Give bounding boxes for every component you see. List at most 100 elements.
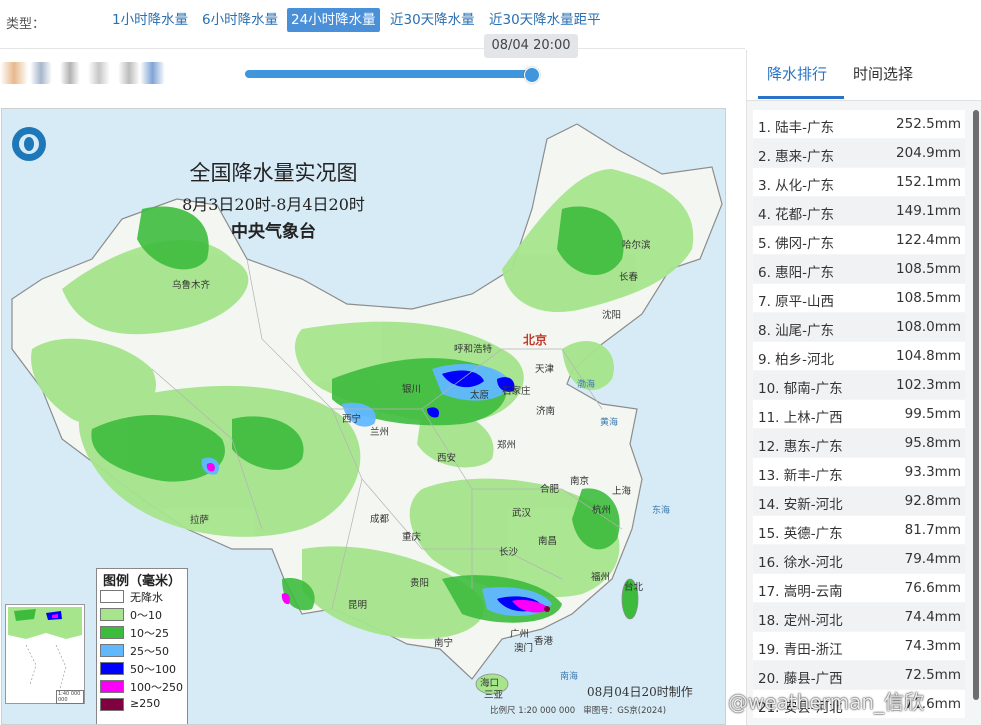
time-slider-track[interactable] (245, 70, 533, 78)
precip-value: 108.5mm (896, 261, 961, 277)
city-label: 成都 (370, 514, 390, 525)
station-name: 1. 陆丰-广东 (758, 120, 835, 136)
ranking-row[interactable]: 14. 安新-河北 92.8mm (753, 487, 965, 515)
map-legend: 图例（毫米） 无降水 0～10 10～25 25～50 50～100 100～2… (96, 568, 188, 724)
legend-swatch (100, 644, 124, 657)
map-production-time: 08月04日20时制作 (587, 685, 693, 699)
capital-label: 北京 (523, 333, 548, 347)
precip-value: 72.5mm (904, 667, 961, 683)
ranking-row[interactable]: 9. 柏乡-河北 104.8mm (753, 342, 965, 370)
station-name: 17. 嵩明-云南 (758, 584, 843, 600)
station-name: 9. 柏乡-河北 (758, 352, 835, 368)
city-label: 长春 (619, 272, 639, 283)
legend-swatch (100, 590, 124, 603)
legend-label: ≥250 (130, 697, 161, 710)
sea-label: 黄海 (600, 418, 619, 428)
sea-label: 南海 (560, 672, 579, 682)
ranking-row[interactable]: 15. 英德-广东 81.7mm (753, 516, 965, 544)
city-label: 澳门 (514, 643, 534, 654)
legend-swatch (100, 662, 124, 675)
precip-value: 108.0mm (896, 319, 961, 335)
legend-label: 无降水 (130, 591, 163, 604)
city-label: 长沙 (499, 547, 519, 558)
station-name: 10. 郁南-广东 (758, 381, 843, 397)
ranking-row[interactable]: 4. 花都-广东 149.1mm (753, 197, 965, 225)
type-24h-button[interactable]: 24小时降水量 (287, 8, 380, 32)
ranking-row[interactable]: 3. 从化-广东 152.1mm (753, 168, 965, 196)
tab-ranking[interactable]: 降水排行 (767, 63, 827, 84)
inset-scale: 1:40 000 000 (56, 690, 84, 704)
legend-label: 50～100 (130, 663, 176, 676)
station-name: 18. 定州-河北 (758, 613, 843, 629)
ranking-row[interactable]: 16. 徐水-河北 79.4mm (753, 545, 965, 573)
legend-item: 无降水 (100, 589, 188, 605)
type-30d-button[interactable]: 近30天降水量 (386, 8, 479, 32)
city-label: 南宁 (434, 638, 454, 649)
ranking-row[interactable]: 20. 藤县-广西 72.5mm (753, 661, 965, 689)
station-name: 15. 英德-广东 (758, 526, 843, 542)
type-label: 类型： (6, 17, 46, 32)
precip-value: 95.8mm (904, 435, 961, 451)
ranking-row[interactable]: 12. 惠东-广东 95.8mm (753, 429, 965, 457)
precip-value: 81.7mm (904, 522, 961, 538)
legend-label: 0～10 (130, 609, 162, 622)
city-label: 贵阳 (410, 578, 430, 589)
city-label: 银川 (402, 384, 422, 395)
sea-label: 渤海 (577, 380, 596, 390)
legend-title: 图例（毫米） (102, 574, 181, 589)
map-agency: 中央气象台 (231, 222, 316, 242)
station-name: 20. 藤县-广西 (758, 671, 843, 687)
ranking-row[interactable]: 17. 嵩明-云南 76.6mm (753, 574, 965, 602)
station-name: 3. 从化-广东 (758, 178, 835, 194)
map-review-number: 审图号：GS京(2024) (583, 706, 667, 716)
precip-value: 76.6mm (904, 580, 961, 596)
panel-tabs: 降水排行 时间选择 (747, 50, 981, 101)
legend-swatch (100, 680, 124, 693)
map-scale-text: 比例尺 1:20 000 000 (490, 706, 576, 716)
ranking-row[interactable]: 1. 陆丰-广东 252.5mm (753, 110, 965, 138)
station-name: 19. 青田-浙江 (758, 642, 843, 658)
city-label: 台北 (624, 582, 644, 593)
cma-logo (12, 127, 46, 161)
ranking-row[interactable]: 6. 惠阳-广东 108.5mm (753, 255, 965, 283)
type-6h-button[interactable]: 6小时降水量 (198, 8, 282, 32)
legend-swatch (100, 698, 124, 711)
ranking-scrollbar[interactable] (973, 110, 979, 700)
precipitation-map[interactable]: 全国降水量实况图 8月3日20时-8月4日20时 中央气象台 乌鲁木齐 哈尔滨 … (1, 108, 726, 725)
top-divider (0, 48, 745, 49)
ranking-row[interactable]: 5. 佛冈-广东 122.4mm (753, 226, 965, 254)
legend-item: 10～25 (100, 625, 188, 641)
map-period: 8月3日20时-8月4日20时 (182, 195, 365, 214)
city-label: 南昌 (538, 536, 558, 547)
precip-value: 104.8mm (896, 348, 961, 364)
type-1h-button[interactable]: 1小时降水量 (108, 8, 192, 32)
ranking-row[interactable]: 10. 郁南-广东 102.3mm (753, 371, 965, 399)
ranking-row[interactable]: 18. 定州-河北 74.4mm (753, 603, 965, 631)
precip-value: 79.4mm (904, 551, 961, 567)
ranking-row[interactable]: 13. 新丰-广东 93.3mm (753, 458, 965, 486)
slider-time-tooltip: 08/04 20:00 (484, 34, 578, 58)
ranking-row[interactable]: 2. 惠来-广东 204.9mm (753, 139, 965, 167)
time-slider-handle[interactable] (524, 67, 540, 83)
tab-time-select[interactable]: 时间选择 (853, 63, 913, 84)
precip-value: 149.1mm (896, 203, 961, 219)
type-30d-anomaly-button[interactable]: 近30天降水量距平 (485, 8, 605, 32)
city-label: 重庆 (402, 532, 422, 543)
city-label: 济南 (536, 406, 556, 417)
legend-item: 100～250 (100, 679, 188, 695)
ranking-row[interactable]: 11. 上林-广西 99.5mm (753, 400, 965, 428)
city-label: 三亚 (484, 690, 504, 701)
precip-value: 204.9mm (896, 145, 961, 161)
watermark: @weatherman_信欣 (728, 690, 925, 714)
city-label: 上海 (612, 486, 632, 497)
right-panel: 降水排行 时间选择 1. 陆丰-广东 252.5mm 2. 惠来-广东 204.9mm… (746, 50, 981, 725)
rain-over-250-area (544, 606, 550, 612)
ranking-row[interactable]: 8. 汕尾-广东 108.0mm (753, 313, 965, 341)
precip-value: 74.3mm (904, 638, 961, 654)
city-label: 福州 (591, 572, 611, 583)
ranking-row[interactable]: 19. 青田-浙江 74.3mm (753, 632, 965, 660)
city-label: 呼和浩特 (454, 344, 493, 355)
legend-item: 25～50 (100, 643, 188, 659)
ranking-row[interactable]: 7. 原平-山西 108.5mm (753, 284, 965, 312)
inset-svg (8, 607, 82, 690)
